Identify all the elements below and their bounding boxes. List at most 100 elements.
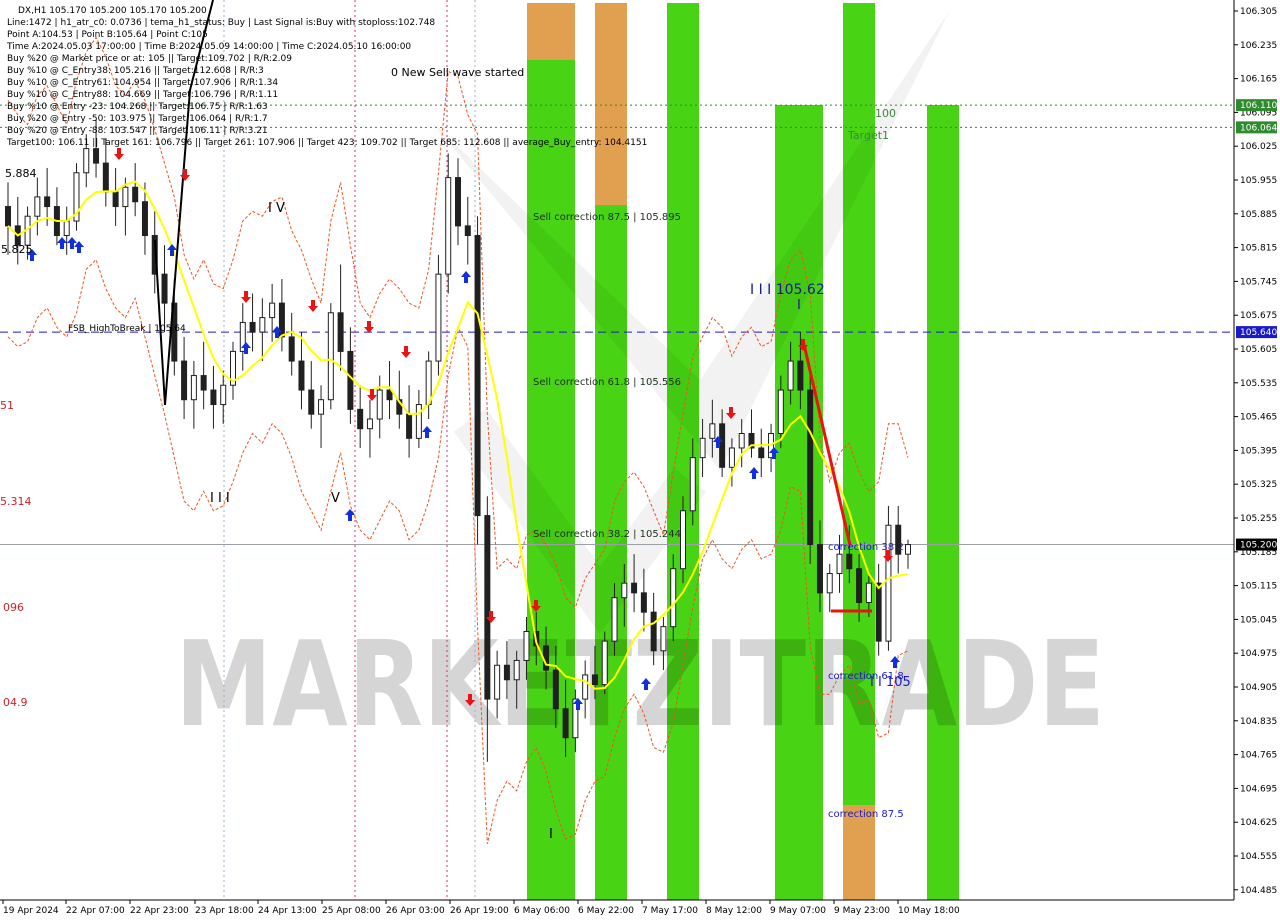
y-tick-label: 105.605 bbox=[1240, 345, 1277, 355]
x-tick-label: 24 Apr 13:00 bbox=[258, 906, 317, 916]
info-line: Buy %10 @ Entry -23: 104.268 || Target:1… bbox=[7, 102, 268, 112]
x-tick-label: 7 May 17:00 bbox=[642, 906, 698, 916]
candle-body bbox=[464, 225, 471, 237]
annotation-label: I I 105 bbox=[870, 675, 911, 690]
candle-body bbox=[435, 273, 442, 362]
signal-zone bbox=[667, 3, 699, 900]
candle-body bbox=[259, 317, 266, 333]
x-tick-label: 8 May 12:00 bbox=[706, 906, 762, 916]
y-tick-label: 105.815 bbox=[1240, 244, 1277, 254]
candle-body bbox=[807, 389, 814, 546]
candle-body bbox=[288, 336, 295, 362]
candle-body bbox=[689, 457, 696, 512]
info-line: Buy %20 @ Market price or at: 105 || Tar… bbox=[7, 54, 292, 64]
candle-body bbox=[220, 384, 227, 406]
candle-body bbox=[836, 553, 843, 575]
candle-body bbox=[474, 235, 481, 517]
info-line: Buy %20 @ Entry -88: 103.547 || Target:1… bbox=[7, 126, 268, 136]
info-line: Buy %20 @ Entry -50: 103.975 || Target:1… bbox=[7, 114, 268, 124]
y-tick-label: 105.045 bbox=[1240, 615, 1277, 625]
x-tick-label: 22 Apr 23:00 bbox=[130, 906, 189, 916]
candle-body bbox=[357, 408, 364, 430]
candle-body bbox=[787, 360, 794, 391]
info-line: Line:1472 | h1_atr_c0: 0.0736 | tema_h1_… bbox=[7, 18, 435, 28]
x-tick-label: 23 Apr 18:00 bbox=[195, 906, 254, 916]
candle-body bbox=[670, 568, 677, 628]
candle-body bbox=[494, 664, 501, 700]
x-tick-label: 6 May 22:00 bbox=[578, 906, 634, 916]
candle-body bbox=[621, 582, 628, 599]
candle-body bbox=[856, 568, 863, 604]
candle-body bbox=[337, 312, 344, 352]
annotation-label: V bbox=[331, 491, 340, 506]
y-tick-label: 106.235 bbox=[1240, 41, 1277, 51]
candle-body bbox=[709, 423, 716, 439]
candle-body bbox=[640, 592, 647, 613]
candle-body bbox=[122, 186, 129, 208]
edge-level-label: 5.314 bbox=[0, 495, 32, 508]
x-tick-label: 26 Apr 03:00 bbox=[386, 906, 445, 916]
y-tick-label: 105.115 bbox=[1240, 582, 1277, 592]
candle-body bbox=[308, 389, 315, 415]
y-tick-label: 105.745 bbox=[1240, 277, 1277, 287]
candle-body bbox=[484, 515, 491, 700]
candle-body bbox=[738, 433, 745, 449]
signal-zone bbox=[927, 105, 959, 900]
candle-body bbox=[141, 201, 148, 237]
y-tick-label: 104.835 bbox=[1240, 717, 1277, 727]
candle-body bbox=[83, 148, 90, 174]
y-tick-label: 106.165 bbox=[1240, 75, 1277, 85]
y-tick-label: 104.975 bbox=[1240, 649, 1277, 659]
candle-body bbox=[582, 674, 589, 700]
edge-level-label: 51 bbox=[0, 399, 14, 412]
y-tick-label: 106.025 bbox=[1240, 142, 1277, 152]
edge-level-label: 5.825 bbox=[1, 243, 33, 256]
y-tick-label: 104.695 bbox=[1240, 784, 1277, 794]
candle-body bbox=[298, 360, 305, 391]
annotation-label: FSB_HighToBreak | 105.64 bbox=[68, 324, 186, 334]
candle-body bbox=[503, 664, 510, 681]
annotation-label: correction 87.5 bbox=[828, 809, 904, 820]
annotation-label: I I I 105.62 bbox=[750, 282, 825, 298]
candle-body bbox=[905, 544, 911, 555]
candle-body bbox=[875, 582, 882, 642]
y-tick-label: 105.255 bbox=[1240, 514, 1277, 524]
y-tick-label: 105.675 bbox=[1240, 311, 1277, 321]
candle-body bbox=[44, 196, 51, 208]
annotation-label: Target1 bbox=[847, 129, 889, 142]
candle-body bbox=[5, 206, 11, 227]
x-tick-label: 26 Apr 19:00 bbox=[450, 906, 509, 916]
info-line: Buy %10 @ C_Entry61: 104.954 || Target:1… bbox=[7, 78, 278, 88]
candle-body bbox=[777, 389, 784, 434]
y-tick-label: 105.325 bbox=[1240, 480, 1277, 490]
candle-body bbox=[93, 148, 100, 164]
candle-body bbox=[347, 350, 354, 410]
annotation-label: Sell correction 61.8 | 105.556 bbox=[533, 377, 681, 388]
info-line: Time A:2024.05.03 17:00:00 | Time B:2024… bbox=[6, 42, 411, 52]
chart-area: MARKETZITRADE 0 New Sell wave started Sel… bbox=[0, 0, 1280, 920]
candle-body bbox=[826, 573, 833, 594]
info-line: Buy %10 @ C_Entry38: 105.216 || Target:1… bbox=[7, 66, 264, 76]
candle-body bbox=[406, 413, 413, 439]
candle-body bbox=[190, 375, 197, 401]
symbol-title: DX,H1 105.170 105.200 105.170 105.200 bbox=[18, 6, 207, 16]
candle-body bbox=[455, 177, 461, 227]
annotation-label: I I I bbox=[210, 491, 230, 506]
price-level-value: 106.064 bbox=[1240, 123, 1277, 133]
candle-body bbox=[650, 611, 657, 652]
edge-level-label: 5.884 bbox=[5, 167, 37, 180]
annotation-label: I V bbox=[268, 201, 285, 216]
candle-body bbox=[719, 423, 726, 468]
x-tick-label: 22 Apr 07:00 bbox=[66, 906, 125, 916]
info-line: Point A:104.53 | Point B:105.64 | Point … bbox=[7, 30, 208, 40]
candle-body bbox=[591, 674, 598, 686]
candle-body bbox=[376, 389, 383, 420]
signal-zone bbox=[527, 3, 575, 60]
candle-body bbox=[865, 582, 872, 604]
candle-body bbox=[34, 196, 41, 217]
y-tick-label: 104.555 bbox=[1240, 852, 1277, 862]
candle-body bbox=[269, 302, 276, 319]
candle-body bbox=[249, 321, 256, 333]
x-tick-label: 25 Apr 08:00 bbox=[322, 906, 381, 916]
x-tick-label: 6 May 06:00 bbox=[514, 906, 570, 916]
